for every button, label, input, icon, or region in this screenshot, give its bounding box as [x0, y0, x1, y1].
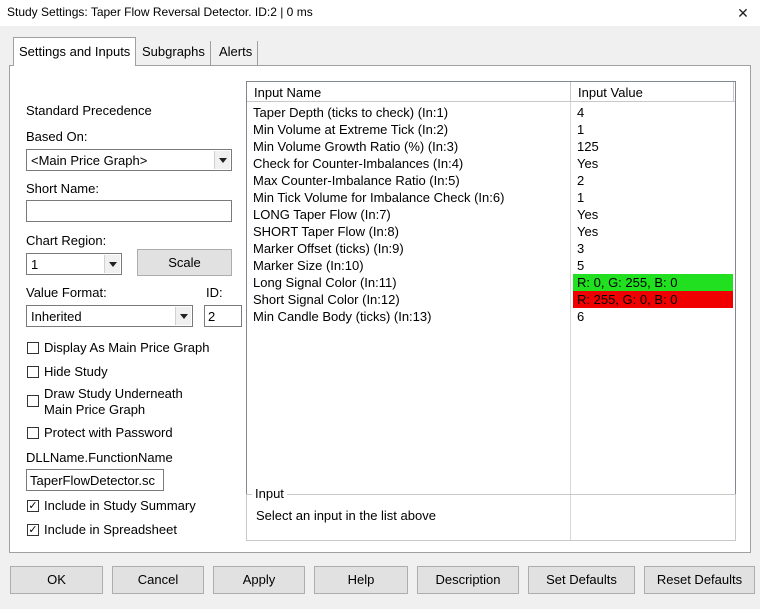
standard-precedence-label: Standard Precedence: [26, 103, 152, 118]
dll-function-label: DLLName.FunctionName: [26, 450, 173, 465]
display-as-main-price-graph-checkbox[interactable]: [27, 342, 39, 354]
input-row[interactable]: Min Volume at Extreme Tick (In:2) 1: [247, 121, 735, 138]
draw-study-underneath-checkbox[interactable]: [27, 395, 39, 407]
dll-function-input[interactable]: TaperFlowDetector.sc: [26, 469, 164, 491]
input-name: Min Tick Volume for Imbalance Check (In:…: [253, 190, 505, 205]
input-name: Marker Size (In:10): [253, 258, 364, 273]
input-row[interactable]: Check for Counter-Imbalances (In:4) Yes: [247, 155, 735, 172]
scale-button[interactable]: Scale: [137, 249, 232, 276]
value-format-label: Value Format:: [26, 285, 107, 300]
include-in-spreadsheet-label: Include in Spreadsheet: [44, 522, 177, 537]
input-name: Long Signal Color (In:11): [253, 275, 397, 290]
input-name: Taper Depth (ticks to check) (In:1): [253, 105, 449, 120]
tab-alerts[interactable]: Alerts: [214, 41, 259, 65]
cancel-button[interactable]: Cancel: [112, 566, 204, 594]
input-row[interactable]: LONG Taper Flow (In:7) Yes: [247, 206, 735, 223]
based-on-dropdown[interactable]: <Main Price Graph>: [26, 149, 232, 171]
input-value[interactable]: 5: [573, 257, 733, 274]
based-on-label: Based On:: [26, 129, 88, 144]
value-format-value: Inherited: [31, 309, 82, 324]
apply-button[interactable]: Apply: [213, 566, 305, 594]
input-name: Min Volume Growth Ratio (%) (In:3): [253, 139, 459, 154]
input-row[interactable]: Short Signal Color (In:12) R: 255, G: 0, …: [247, 291, 735, 308]
input-color-value[interactable]: R: 0, G: 255, B: 0: [573, 274, 733, 291]
input-value[interactable]: Yes: [573, 223, 733, 240]
input-value[interactable]: 3: [573, 240, 733, 257]
input-row[interactable]: Long Signal Color (In:11) R: 0, G: 255, B…: [247, 274, 735, 291]
input-row[interactable]: Min Candle Body (ticks) (In:13) 6: [247, 308, 735, 325]
input-value[interactable]: 4: [573, 104, 733, 121]
based-on-value: <Main Price Graph>: [31, 153, 148, 168]
input-row[interactable]: SHORT Taper Flow (In:8) Yes: [247, 223, 735, 240]
input-description-group: Input Select an input in the list above: [246, 486, 736, 541]
input-value[interactable]: 1: [573, 121, 733, 138]
input-row[interactable]: Marker Offset (ticks) (In:9) 3: [247, 240, 735, 257]
hide-study-label: Hide Study: [44, 364, 108, 379]
tab-subgraphs[interactable]: Subgraphs: [137, 41, 211, 65]
input-value[interactable]: 2: [573, 172, 733, 189]
protect-with-password-checkbox[interactable]: [27, 427, 39, 439]
value-format-dropdown[interactable]: Inherited: [26, 305, 193, 327]
input-name: SHORT Taper Flow (In:8): [253, 224, 399, 239]
input-value-column-header[interactable]: Input Value: [578, 85, 643, 100]
inputs-list[interactable]: Input Name Input Value Taper Depth (tick…: [246, 81, 736, 541]
input-value[interactable]: Yes: [573, 206, 733, 223]
input-value[interactable]: 1: [573, 189, 733, 206]
draw-study-underneath-label: Draw Study Underneath: [44, 386, 183, 401]
close-icon[interactable]: ✕: [726, 0, 760, 26]
help-button[interactable]: Help: [314, 566, 408, 594]
input-name: Min Volume at Extreme Tick (In:2): [253, 122, 449, 137]
short-name-label: Short Name:: [26, 181, 99, 196]
display-as-main-price-graph-label: Display As Main Price Graph: [44, 340, 210, 355]
tab-settings-and-inputs[interactable]: Settings and Inputs: [13, 37, 137, 66]
id-label: ID:: [206, 285, 223, 300]
input-name: LONG Taper Flow (In:7): [253, 207, 391, 222]
ok-button[interactable]: OK: [10, 566, 103, 594]
hide-study-checkbox[interactable]: [27, 366, 39, 378]
description-button[interactable]: Description: [417, 566, 519, 594]
protect-with-password-label: Protect with Password: [44, 425, 173, 440]
chevron-down-icon[interactable]: [104, 255, 120, 273]
input-name: Marker Offset (ticks) (In:9): [253, 241, 404, 256]
input-value[interactable]: Yes: [573, 155, 733, 172]
reset-defaults-button[interactable]: Reset Defaults: [644, 566, 755, 594]
id-input[interactable]: 2: [204, 305, 242, 327]
include-in-study-summary-checkbox[interactable]: ✓: [27, 500, 39, 512]
input-name-column-header[interactable]: Input Name: [254, 85, 321, 100]
input-name: Check for Counter-Imbalances (In:4): [253, 156, 464, 171]
set-defaults-button[interactable]: Set Defaults: [528, 566, 635, 594]
input-value[interactable]: 6: [573, 308, 733, 325]
input-row[interactable]: Min Volume Growth Ratio (%) (In:3) 125: [247, 138, 735, 155]
input-row[interactable]: Min Tick Volume for Imbalance Check (In:…: [247, 189, 735, 206]
inputs-list-header: Input Name Input Value: [247, 82, 735, 102]
chart-region-label: Chart Region:: [26, 233, 107, 248]
chart-region-dropdown[interactable]: 1: [26, 253, 122, 275]
input-group-title: Input: [252, 486, 287, 501]
input-name: Min Candle Body (ticks) (In:13): [253, 309, 432, 324]
input-name: Max Counter-Imbalance Ratio (In:5): [253, 173, 460, 188]
chevron-down-icon[interactable]: [175, 307, 191, 325]
draw-study-underneath-label-line2: Main Price Graph: [44, 402, 146, 417]
include-in-spreadsheet-checkbox[interactable]: ✓: [27, 524, 39, 536]
chevron-down-icon[interactable]: [214, 151, 230, 169]
window-title: Study Settings: Taper Flow Reversal Dete…: [7, 5, 313, 19]
input-row[interactable]: Taper Depth (ticks to check) (In:1) 4: [247, 104, 735, 121]
short-name-input[interactable]: [26, 200, 232, 222]
input-row[interactable]: Marker Size (In:10) 5: [247, 257, 735, 274]
chart-region-value: 1: [31, 257, 39, 272]
include-in-study-summary-label: Include in Study Summary: [44, 498, 196, 513]
input-row[interactable]: Max Counter-Imbalance Ratio (In:5) 2: [247, 172, 735, 189]
input-name: Short Signal Color (In:12): [253, 292, 400, 307]
input-color-value[interactable]: R: 255, G: 0, B: 0: [573, 291, 733, 308]
input-description-text: Select an input in the list above: [256, 508, 436, 523]
title-bar: Study Settings: Taper Flow Reversal Dete…: [0, 0, 760, 26]
input-value[interactable]: 125: [573, 138, 733, 155]
